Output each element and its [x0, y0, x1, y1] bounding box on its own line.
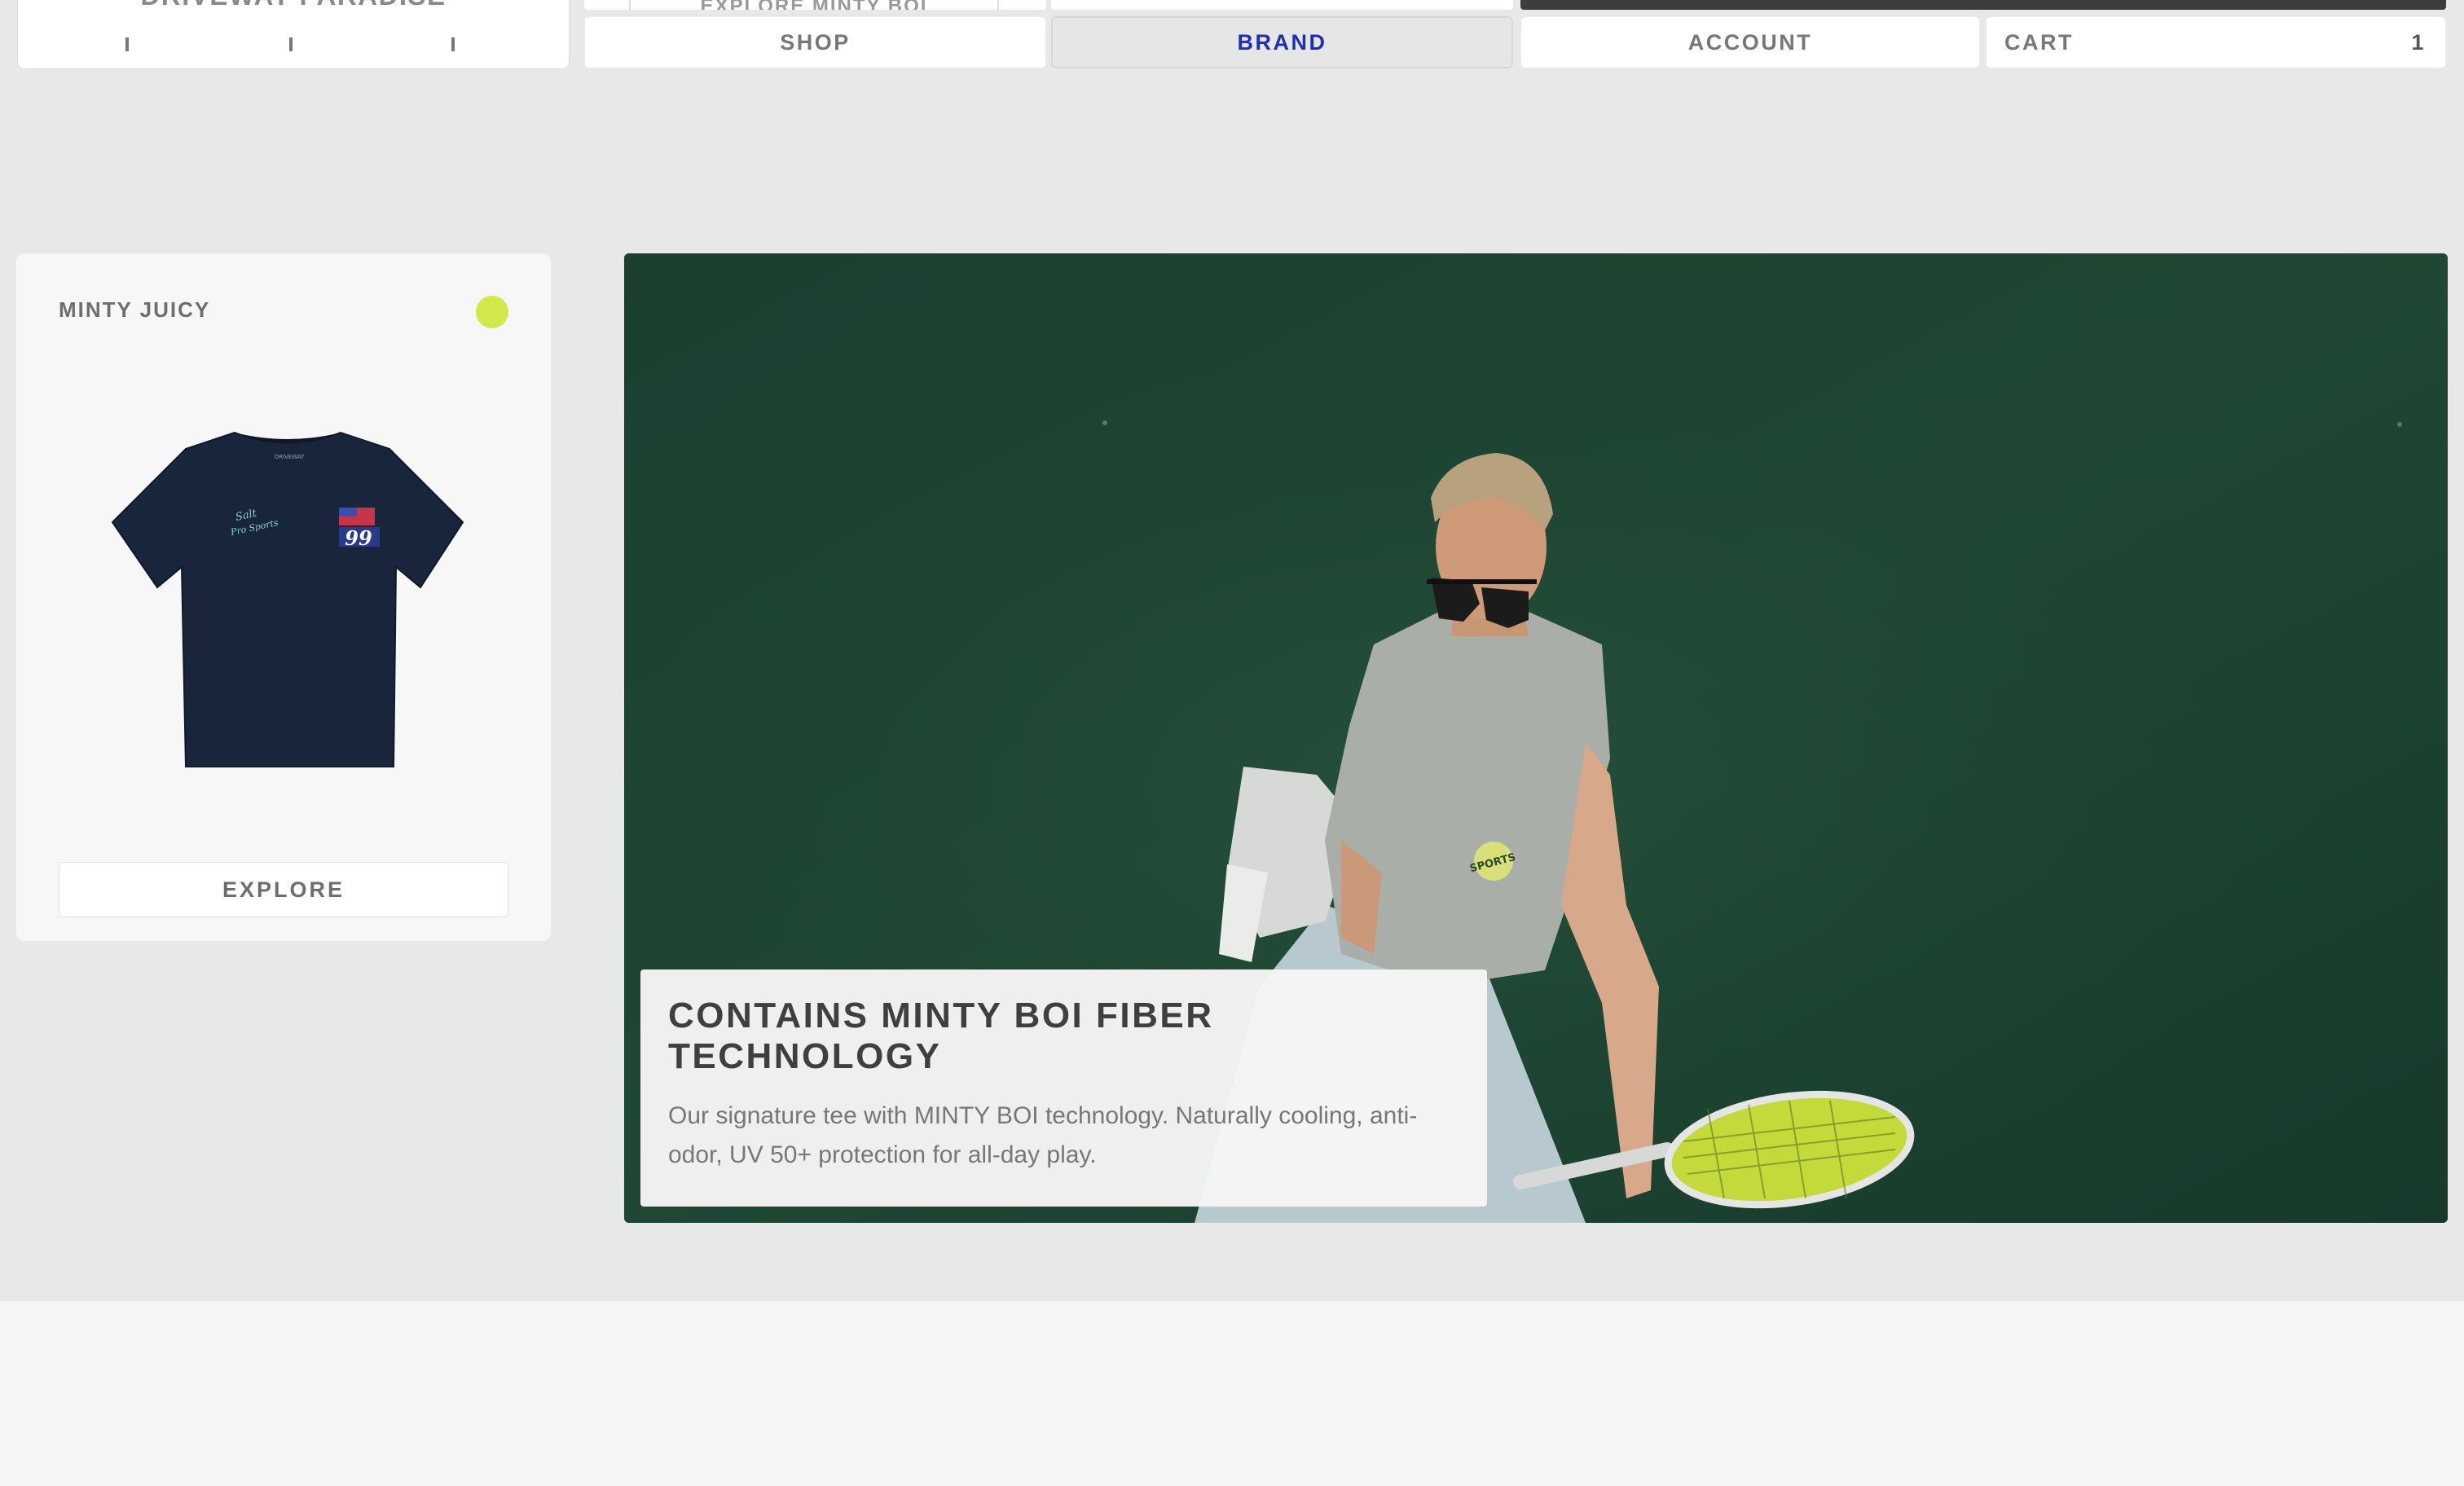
hero-image: SPORTS CONTAINS MINTY BOI FIBER TECHNOLO… [624, 253, 2448, 1223]
product-card: MINTY JUICY DRIVEWAY Salt Pro Sports 99 … [16, 253, 551, 941]
cart-label: CART [2004, 29, 2074, 55]
brand-name: DRIVEWAY PARADISE [18, 0, 569, 9]
hero-caption: CONTAINS MINTY BOI FIBER TECHNOLOGY Our … [640, 969, 1487, 1207]
tick-mark [289, 37, 293, 51]
hero-description: Our signature tee with MINTY BOI technol… [668, 1102, 1418, 1168]
nav-brand[interactable]: BRAND [1051, 16, 1513, 68]
svg-text:DRIVEWAY: DRIVEWAY [275, 454, 305, 460]
logo-ticks [18, 37, 569, 52]
tick-mark [125, 37, 129, 51]
explore-minty-boi-link[interactable]: EXPLORE MINTY BOI [584, 0, 1046, 10]
explore-button[interactable]: EXPLORE [59, 862, 508, 917]
product-name: MINTY JUICY [59, 297, 211, 322]
explore-minty-boi-label: EXPLORE MINTY BOI [629, 0, 999, 10]
footer-area [0, 1301, 2464, 1486]
tshirt-image[interactable]: DRIVEWAY Salt Pro Sports 99 [96, 416, 479, 775]
tick-mark [451, 37, 455, 51]
svg-text:99: 99 [345, 526, 372, 550]
logo[interactable]: DRIVEWAY PARADISE [18, 0, 569, 68]
color-swatch[interactable] [476, 296, 508, 328]
nav-shop[interactable]: SHOP [584, 16, 1046, 68]
page: DRIVEWAY PARADISE EXPLORE MINTY BOI SHOP… [0, 0, 2464, 1486]
announcement-bar [1520, 0, 2446, 10]
nav-placeholder [1051, 0, 1513, 10]
nav-cart[interactable]: CART 1 [1986, 16, 2446, 68]
nav-account[interactable]: ACCOUNT [1520, 16, 1980, 68]
cart-count: 1 [2411, 29, 2426, 55]
hero-title: CONTAINS MINTY BOI FIBER TECHNOLOGY [668, 996, 1214, 1076]
